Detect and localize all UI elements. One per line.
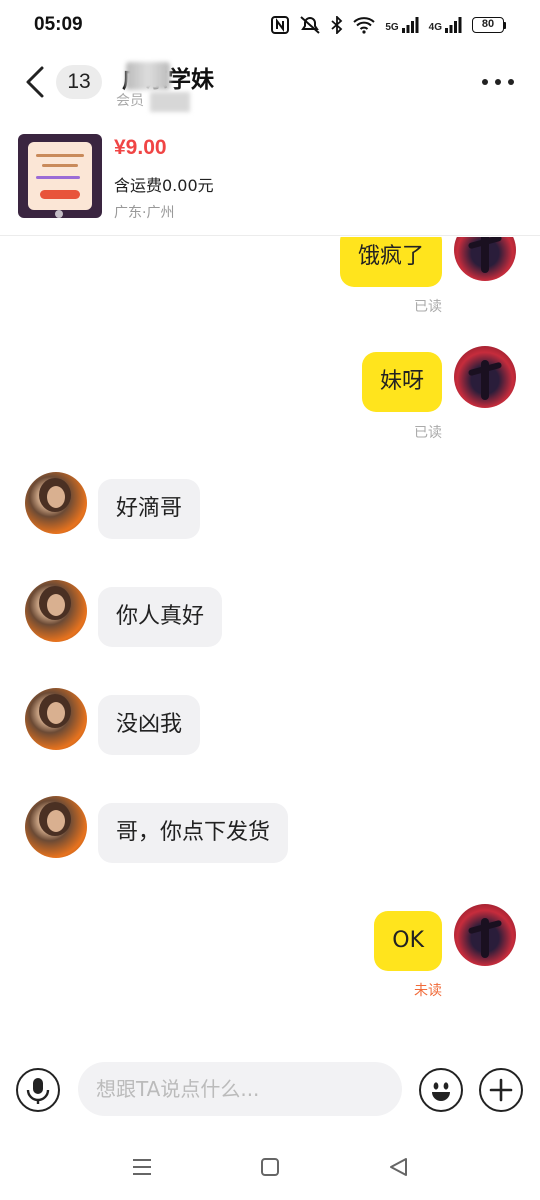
- battery-level: 80: [472, 17, 504, 33]
- back-triangle-icon[interactable]: [383, 1152, 413, 1182]
- battery-icon: 80: [472, 17, 506, 33]
- signal-icon: [401, 17, 419, 33]
- product-shipping: 含运费0.00元: [114, 176, 214, 195]
- read-status: 已读: [414, 299, 442, 315]
- signal-icon: [445, 17, 462, 33]
- status-icons: 5G 4G 80: [271, 16, 506, 34]
- unread-status: 未读: [414, 983, 442, 999]
- contact-avatar[interactable]: [25, 472, 87, 534]
- my-message-bubble[interactable]: 饿疯了: [339, 237, 442, 287]
- network-4g-label: 4G: [428, 22, 442, 33]
- product-price: ¥9.00: [114, 136, 167, 159]
- status-time: 05:09: [34, 14, 83, 35]
- contact-subtitle: 会员: [116, 93, 144, 109]
- input-bar: [0, 1060, 540, 1120]
- contact-message-bubble[interactable]: 好滴哥: [98, 479, 201, 539]
- nfc-icon: [271, 16, 290, 34]
- contact-avatar[interactable]: [25, 580, 87, 642]
- bluetooth-icon: [331, 16, 343, 34]
- contact-avatar[interactable]: [25, 688, 87, 750]
- unread-count-badge[interactable]: 13: [56, 65, 102, 99]
- home-icon[interactable]: [255, 1152, 285, 1182]
- contact-message-bubble[interactable]: 你人真好: [98, 587, 223, 647]
- my-message-bubble[interactable]: OK: [374, 911, 442, 971]
- my-message-bubble[interactable]: 妹呀: [361, 352, 442, 412]
- chat-header: 13 广东学妹 会员: [0, 52, 540, 112]
- emoji-icon[interactable]: [419, 1068, 463, 1112]
- plus-icon[interactable]: [479, 1068, 523, 1112]
- my-avatar[interactable]: [454, 904, 516, 966]
- my-avatar[interactable]: [454, 237, 516, 281]
- my-avatar[interactable]: [454, 346, 516, 408]
- more-icon[interactable]: [482, 72, 516, 92]
- menu-icon[interactable]: [127, 1152, 157, 1182]
- product-location: 广东·广州: [114, 205, 175, 221]
- back-icon[interactable]: [22, 64, 52, 100]
- contact-avatar[interactable]: [25, 796, 87, 858]
- message-list[interactable]: 饿疯了 已读 妹呀 已读 好滴哥 你人真好 没凶我 哥，你点下发货 OK 未读: [0, 237, 540, 1047]
- product-card[interactable]: ¥9.00 含运费0.00元 广东·广州: [0, 124, 540, 236]
- message-input[interactable]: [78, 1062, 402, 1116]
- read-status: 已读: [414, 425, 442, 441]
- name-redaction: [126, 62, 170, 90]
- product-thumbnail[interactable]: [18, 134, 102, 218]
- network-5g-label: 5G: [385, 22, 399, 33]
- wifi-icon: [353, 17, 375, 34]
- contact-message-bubble[interactable]: 没凶我: [98, 695, 201, 755]
- microphone-icon[interactable]: [16, 1068, 60, 1112]
- contact-message-bubble[interactable]: 哥，你点下发货: [98, 803, 289, 863]
- mute-icon: [300, 16, 320, 34]
- subtitle-redaction: [150, 92, 190, 112]
- status-bar: 05:09 5G 4G 80: [0, 0, 540, 50]
- system-nav-bar: [0, 1140, 540, 1194]
